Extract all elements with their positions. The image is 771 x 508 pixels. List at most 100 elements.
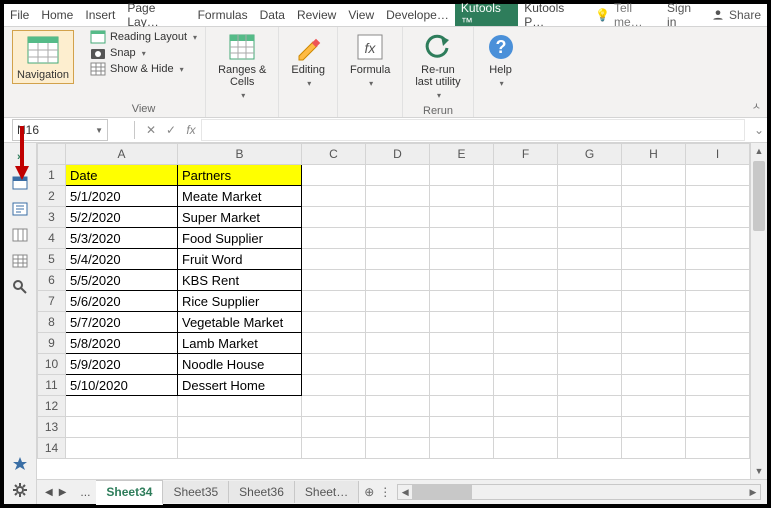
- vertical-scrollbar[interactable]: ▲ ▼: [750, 143, 767, 479]
- row-header[interactable]: 2: [38, 186, 66, 207]
- sign-in[interactable]: Sign in: [661, 4, 705, 26]
- cell[interactable]: 5/10/2020: [66, 375, 178, 396]
- cell[interactable]: 5/4/2020: [66, 249, 178, 270]
- cell[interactable]: 5/5/2020: [66, 270, 178, 291]
- table-row[interactable]: 75/6/2020Rice Supplier: [38, 291, 750, 312]
- table-row[interactable]: 95/8/2020Lamb Market: [38, 333, 750, 354]
- cell[interactable]: 5/9/2020: [66, 354, 178, 375]
- table-row[interactable]: 55/4/2020Fruit Word: [38, 249, 750, 270]
- col-header-F[interactable]: F: [494, 144, 558, 165]
- cell[interactable]: 5/3/2020: [66, 228, 178, 249]
- table-row[interactable]: 105/9/2020Noodle House: [38, 354, 750, 375]
- row-header[interactable]: 14: [38, 438, 66, 459]
- cancel-formula-button[interactable]: ✕: [141, 123, 161, 137]
- share-button[interactable]: Share: [705, 4, 767, 26]
- scroll-down-button[interactable]: ▼: [751, 463, 767, 479]
- table-row[interactable]: 85/7/2020Vegetable Market: [38, 312, 750, 333]
- cell[interactable]: Partners: [178, 165, 302, 186]
- editing-button[interactable]: Editing: [287, 30, 329, 92]
- cell[interactable]: Super Market: [178, 207, 302, 228]
- tab-review[interactable]: Review: [291, 4, 342, 26]
- row-header[interactable]: 8: [38, 312, 66, 333]
- row-header[interactable]: 10: [38, 354, 66, 375]
- horizontal-scrollbar[interactable]: ◀ ▶: [397, 484, 761, 500]
- cell[interactable]: 5/2/2020: [66, 207, 178, 228]
- tab-insert[interactable]: Insert: [79, 4, 121, 26]
- snap-button[interactable]: Snap: [90, 46, 197, 60]
- row-header[interactable]: 3: [38, 207, 66, 228]
- row-header[interactable]: 6: [38, 270, 66, 291]
- cell[interactable]: 5/1/2020: [66, 186, 178, 207]
- autotext-pane-icon[interactable]: [11, 201, 29, 217]
- row-header[interactable]: 12: [38, 396, 66, 417]
- col-header-D[interactable]: D: [366, 144, 430, 165]
- reading-layout-button[interactable]: Reading Layout: [90, 30, 197, 44]
- select-all-cell[interactable]: [38, 144, 66, 165]
- row-header[interactable]: 4: [38, 228, 66, 249]
- row-header[interactable]: 5: [38, 249, 66, 270]
- workbook-pane-icon[interactable]: [11, 175, 29, 191]
- cell[interactable]: KBS Rent: [178, 270, 302, 291]
- cell[interactable]: Vegetable Market: [178, 312, 302, 333]
- scroll-right-button[interactable]: ▶: [746, 487, 760, 498]
- table-row[interactable]: 35/2/2020Super Market: [38, 207, 750, 228]
- tab-file[interactable]: File: [4, 4, 35, 26]
- table-row[interactable]: 12: [38, 396, 750, 417]
- cell[interactable]: 5/8/2020: [66, 333, 178, 354]
- tab-formulas[interactable]: Formulas: [192, 4, 254, 26]
- vscroll-thumb[interactable]: [753, 161, 765, 231]
- scroll-left-button[interactable]: ◀: [398, 487, 412, 498]
- table-row[interactable]: 13: [38, 417, 750, 438]
- column-headers[interactable]: A B C D E F G H I: [38, 144, 750, 165]
- spreadsheet-grid[interactable]: A B C D E F G H I 1DatePartners 25/1/202…: [37, 143, 750, 479]
- cell[interactable]: 5/7/2020: [66, 312, 178, 333]
- expand-pane-button[interactable]: »: [11, 149, 29, 165]
- sheet-tab-35[interactable]: Sheet35: [163, 481, 229, 503]
- formula-input[interactable]: [201, 119, 745, 141]
- table-row[interactable]: 25/1/2020Meate Market: [38, 186, 750, 207]
- col-header-E[interactable]: E: [430, 144, 494, 165]
- cell[interactable]: Rice Supplier: [178, 291, 302, 312]
- favorites-pane-icon[interactable]: [11, 456, 29, 472]
- rerun-button[interactable]: Re-run last utility: [411, 30, 464, 104]
- sheet-nav-prev[interactable]: ◀: [45, 487, 53, 498]
- find-pane-icon[interactable]: [11, 279, 29, 295]
- col-header-H[interactable]: H: [622, 144, 686, 165]
- col-header-G[interactable]: G: [558, 144, 622, 165]
- col-header-A[interactable]: A: [66, 144, 178, 165]
- hscroll-thumb[interactable]: [412, 485, 472, 499]
- cell[interactable]: Noodle House: [178, 354, 302, 375]
- column-pane-icon[interactable]: [11, 253, 29, 269]
- cell[interactable]: Food Supplier: [178, 228, 302, 249]
- tab-data[interactable]: Data: [254, 4, 291, 26]
- row-header[interactable]: 11: [38, 375, 66, 396]
- table-row[interactable]: 45/3/2020Food Supplier: [38, 228, 750, 249]
- tab-kutools[interactable]: Kutools ™: [455, 4, 518, 26]
- col-header-B[interactable]: B: [178, 144, 302, 165]
- scroll-up-button[interactable]: ▲: [751, 143, 767, 159]
- formula-button[interactable]: fxFormula: [346, 30, 394, 92]
- col-header-C[interactable]: C: [302, 144, 366, 165]
- tab-pagelayout[interactable]: Page Lay…: [121, 4, 191, 26]
- row-header[interactable]: 9: [38, 333, 66, 354]
- enter-formula-button[interactable]: ✓: [161, 123, 181, 137]
- cell[interactable]: Meate Market: [178, 186, 302, 207]
- ranges-cells-button[interactable]: Ranges & Cells: [214, 30, 270, 104]
- tell-me[interactable]: 💡Tell me…: [589, 4, 661, 26]
- tab-view[interactable]: View: [342, 4, 380, 26]
- sheet-list-button[interactable]: ...: [74, 481, 96, 503]
- help-button[interactable]: ?Help: [482, 30, 520, 92]
- table-row[interactable]: 65/5/2020KBS Rent: [38, 270, 750, 291]
- tab-developer[interactable]: Develope…: [380, 4, 455, 26]
- tabs-splitter[interactable]: ⋮: [379, 485, 391, 499]
- new-sheet-button[interactable]: ⊕: [359, 485, 379, 499]
- row-header[interactable]: 7: [38, 291, 66, 312]
- table-row[interactable]: 1DatePartners: [38, 165, 750, 186]
- sheet-tab-more[interactable]: Sheet…: [295, 481, 359, 503]
- cell[interactable]: Dessert Home: [178, 375, 302, 396]
- cell[interactable]: Date: [66, 165, 178, 186]
- table-row[interactable]: 14: [38, 438, 750, 459]
- cell[interactable]: Lamb Market: [178, 333, 302, 354]
- tab-home[interactable]: Home: [35, 4, 79, 26]
- expand-formula-bar-button[interactable]: ⌄: [751, 123, 767, 137]
